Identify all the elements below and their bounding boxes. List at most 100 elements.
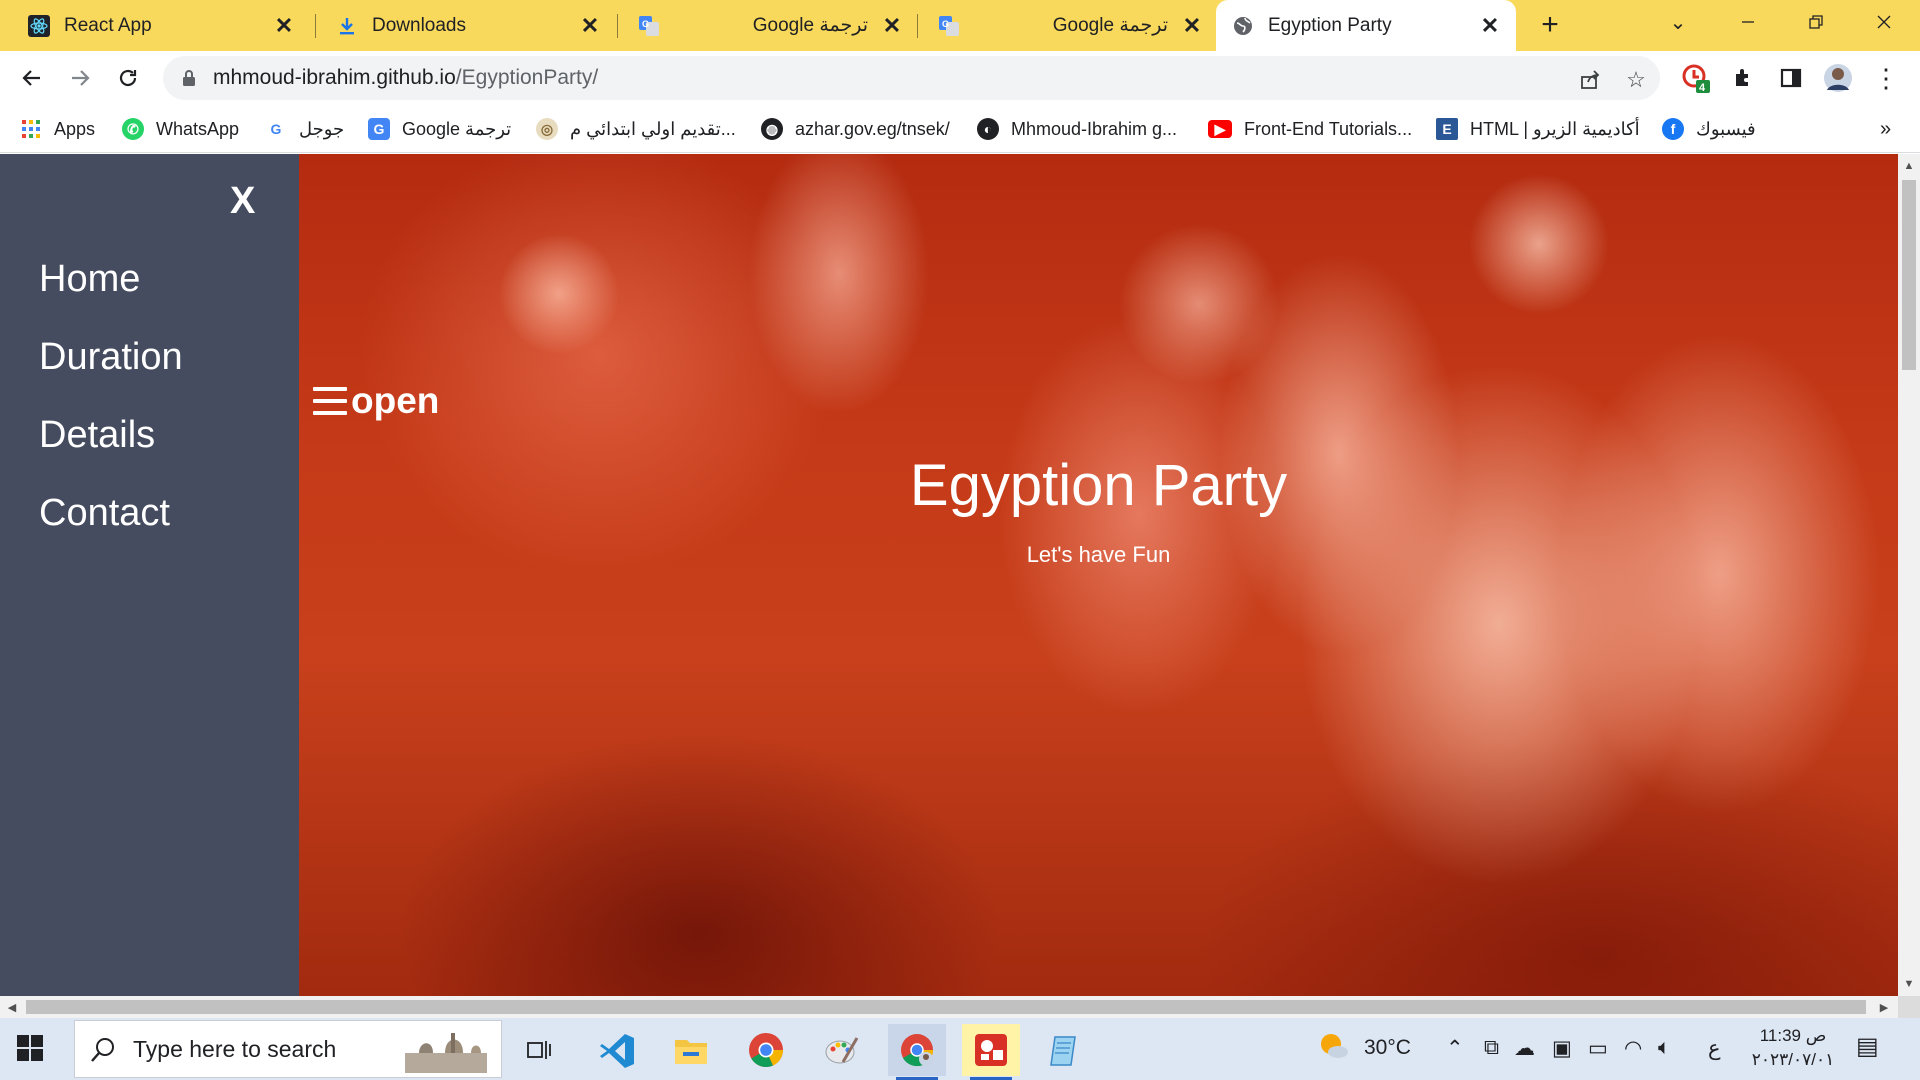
nav-item-contact[interactable]: Contact — [39, 492, 170, 535]
windows-start-icon[interactable] — [16, 1034, 46, 1064]
bookmark-whatsapp[interactable]: ✆ WhatsApp — [122, 115, 239, 143]
chrome-icon[interactable] — [737, 1024, 795, 1076]
extension-icon[interactable]: 4 — [1680, 62, 1712, 94]
tab-react-app[interactable]: React App ✕ — [0, 0, 310, 51]
close-icon[interactable]: ✕ — [1478, 13, 1502, 38]
bookmark-azhar[interactable]: ◍ azhar.gov.eg/tnsek/ — [761, 115, 950, 143]
weather-temperature[interactable]: 30°C — [1364, 1036, 1411, 1060]
open-menu-button[interactable]: open — [313, 380, 439, 422]
extension-badge: 4 — [1699, 82, 1706, 94]
bookmark-apps[interactable]: Apps — [20, 115, 95, 143]
horizontal-scroll-thumb[interactable] — [26, 1000, 1866, 1014]
restore-icon[interactable] — [1784, 0, 1848, 44]
lock-icon[interactable] — [177, 66, 201, 90]
close-icon[interactable]: ✕ — [880, 13, 904, 38]
clock-time: 11:39 ص — [1759, 1026, 1827, 1045]
tab-search-icon[interactable]: ⌄ — [1646, 0, 1710, 44]
address-bar[interactable]: mhmoud-ibrahim.github.io /EgyptionParty/… — [163, 56, 1660, 100]
windows-taskbar: Type here to search 30°C ⌃ ⧉ ☁ ▣ ▭ ◠ 🔈︎ … — [0, 1018, 1920, 1080]
nav-item-duration[interactable]: Duration — [39, 336, 183, 379]
nav-item-home[interactable]: Home — [39, 258, 140, 301]
scroll-left-arrow-icon[interactable]: ◀ — [4, 999, 20, 1015]
search-placeholder: Type here to search — [133, 1035, 337, 1062]
svg-text:G: G — [642, 19, 649, 29]
profile-avatar[interactable] — [1820, 60, 1856, 96]
menu-kebab-icon[interactable]: ⋮ — [1868, 60, 1904, 96]
bookmark-label: Front-End Tutorials... — [1244, 118, 1413, 139]
vertical-scroll-thumb[interactable] — [1902, 180, 1916, 370]
bookmark-facebook[interactable]: f فيسبوك — [1662, 115, 1756, 143]
clock-date: ٢٠٢٣/٠٧/٠١ — [1751, 1050, 1835, 1069]
bookmark-youtube[interactable]: ▶ Front-End Tutorials... — [1208, 115, 1412, 143]
sidebar-close-button[interactable]: X — [230, 180, 255, 223]
vertical-scrollbar[interactable]: ▲ ▼ — [1898, 154, 1920, 996]
meet-now-icon[interactable]: ⧉ — [1484, 1036, 1499, 1060]
task-view-icon[interactable] — [510, 1024, 568, 1076]
bookmark-label: azhar.gov.eg/tnsek/ — [795, 118, 950, 139]
google-translate-icon: G — [368, 118, 390, 140]
extensions-puzzle-icon[interactable] — [1726, 60, 1762, 96]
display-icon[interactable]: ▣ — [1552, 1036, 1572, 1061]
hero-section: open Egyption Party Let's have Fun — [299, 154, 1898, 996]
horizontal-scrollbar[interactable]: ◀ ▶ — [0, 996, 1898, 1018]
tab-title: React App — [64, 14, 152, 36]
tab-downloads[interactable]: Downloads ✕ — [308, 0, 616, 51]
github-icon: ◐ — [977, 118, 999, 140]
photo-app-icon[interactable] — [962, 1024, 1020, 1080]
side-panel-icon[interactable] — [1773, 60, 1809, 96]
hero-title: Egyption Party — [909, 453, 1288, 518]
window-close-icon[interactable] — [1852, 0, 1916, 44]
file-explorer-icon[interactable] — [662, 1024, 720, 1076]
nav-item-details[interactable]: Details — [39, 414, 155, 457]
taskbar-search-box[interactable]: Type here to search — [74, 1020, 502, 1078]
scroll-up-arrow-icon[interactable]: ▲ — [1901, 158, 1917, 174]
close-icon[interactable]: ✕ — [272, 13, 296, 38]
tab-google-translate-1[interactable]: G Google ترجمة ✕ — [610, 0, 918, 51]
back-icon[interactable] — [14, 60, 50, 96]
bookmark-google-translate[interactable]: G Google ترجمة — [368, 115, 511, 143]
search-icon — [89, 1036, 117, 1064]
youtube-icon: ▶ — [1208, 120, 1232, 138]
minimize-icon[interactable] — [1716, 0, 1780, 44]
bookmark-arabic-registration[interactable]: ◎ تقديم اولي ابتدائي م... — [536, 115, 736, 143]
google-translate-icon: G — [938, 15, 960, 37]
onedrive-cloud-icon[interactable]: ☁ — [1514, 1036, 1535, 1061]
bookmark-star-icon[interactable]: ☆ — [1621, 65, 1651, 95]
new-tab-button[interactable]: + — [1533, 8, 1567, 42]
url-host: mhmoud-ibrahim.github.io — [213, 66, 456, 89]
close-icon[interactable]: ✕ — [578, 13, 602, 38]
volume-icon[interactable]: 🔈︎ — [1658, 1036, 1671, 1060]
system-clock[interactable]: 11:39 ص ٢٠٢٣/٠٧/٠١ — [1748, 1024, 1838, 1072]
hero-subtitle: Let's have Fun — [1026, 542, 1171, 567]
share-icon[interactable] — [1575, 65, 1605, 95]
vscode-icon[interactable] — [588, 1024, 646, 1076]
input-language-indicator[interactable]: ع — [1708, 1036, 1721, 1061]
more-bookmarks-button[interactable]: » — [1880, 115, 1891, 143]
forward-icon[interactable] — [62, 60, 98, 96]
bookmark-github[interactable]: ◐ Mhmoud-Ibrahim g... — [977, 115, 1177, 143]
reload-icon[interactable] — [110, 60, 146, 96]
notification-center-icon[interactable]: ▤ — [1856, 1032, 1879, 1061]
bookmark-label: تقديم اولي ابتدائي م... — [570, 118, 736, 139]
tab-google-translate-2[interactable]: G Google ترجمة ✕ — [910, 0, 1218, 51]
tray-overflow-chevron-icon[interactable]: ⌃ — [1446, 1036, 1464, 1061]
close-icon[interactable]: ✕ — [1180, 13, 1204, 38]
browser-toolbar: mhmoud-ibrahim.github.io /EgyptionParty/… — [0, 51, 1920, 105]
wifi-icon[interactable]: ◠ — [1624, 1036, 1642, 1061]
scrollbar-corner — [1898, 996, 1920, 1018]
paint-icon[interactable] — [812, 1024, 870, 1076]
bookmark-html-academy[interactable]: E HTML | أكاديمية الزيرو — [1436, 115, 1640, 143]
notepad-icon[interactable] — [1036, 1024, 1094, 1076]
page-viewport: X Home Duration Details Contact open Egy… — [0, 154, 1898, 996]
bookmark-label: جوجل — [299, 118, 345, 139]
side-nav: X Home Duration Details Contact — [0, 154, 299, 996]
bookmark-label: HTML | أكاديمية الزيرو — [1470, 118, 1640, 139]
scroll-down-arrow-icon[interactable]: ▼ — [1901, 976, 1917, 992]
chrome-profile-icon[interactable] — [888, 1024, 946, 1080]
bookmark-google[interactable]: G جوجل — [265, 115, 345, 143]
scroll-right-arrow-icon[interactable]: ▶ — [1876, 999, 1892, 1015]
battery-icon[interactable]: ▭ — [1588, 1036, 1608, 1061]
tab-egyption-party[interactable]: Egyption Party ✕ — [1216, 0, 1516, 51]
weather-icon[interactable] — [1318, 1030, 1350, 1068]
tab-title: Google ترجمة — [752, 15, 868, 36]
